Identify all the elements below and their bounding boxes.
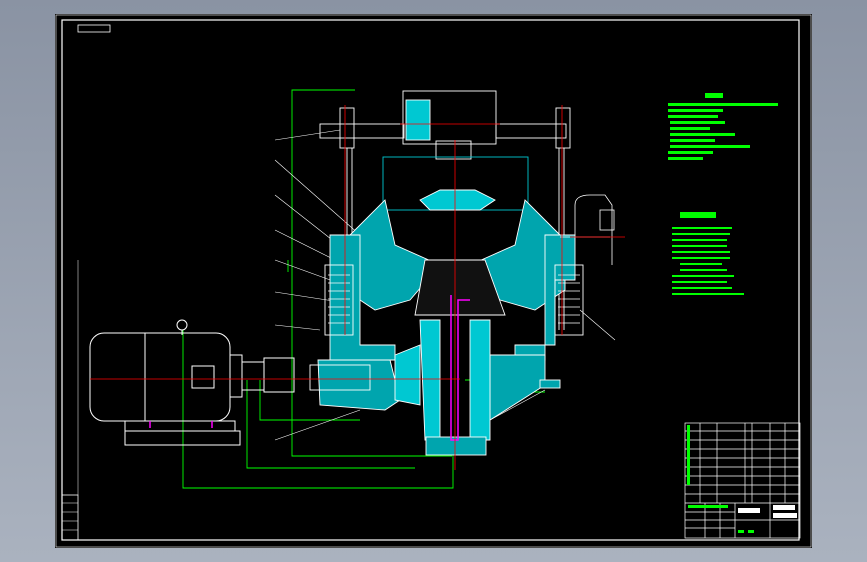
cad-viewport[interactable] xyxy=(0,0,867,562)
